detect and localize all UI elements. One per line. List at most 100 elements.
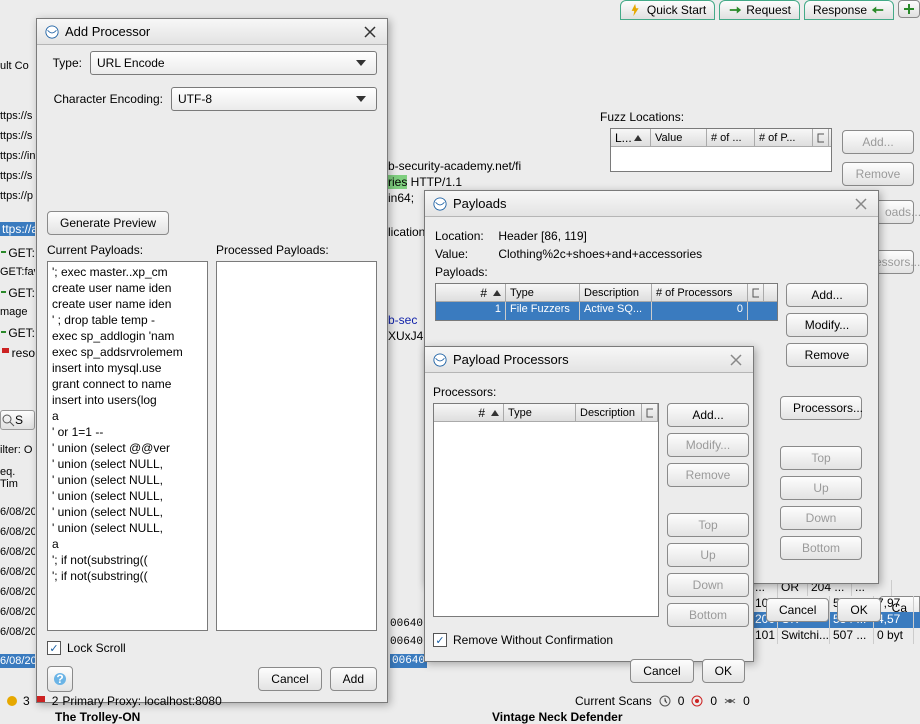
cancel-button[interactable]: Cancel	[258, 667, 321, 691]
col-value[interactable]: Value	[651, 129, 707, 146]
date-row[interactable]: 6/08/20	[0, 546, 35, 558]
processors-button[interactable]: Processors...	[780, 396, 862, 420]
current-payloads-label: Current Payloads:	[47, 243, 208, 257]
pproc-modify-button[interactable]: Modify...	[667, 433, 749, 457]
col-location[interactable]: L...	[611, 129, 651, 146]
date-row[interactable]: 6/08/20	[0, 654, 35, 668]
col-menu[interactable]	[748, 284, 764, 301]
close-button[interactable]	[727, 351, 745, 369]
left-row[interactable]: GET:	[0, 246, 35, 260]
close-icon	[364, 26, 376, 38]
clock-icon	[658, 694, 672, 708]
encoding-combo[interactable]: UTF-8	[171, 87, 377, 111]
left-row[interactable]: GET:fav	[0, 266, 35, 278]
current-payloads-list[interactable]: '; exec master..xp_cmcreate user name id…	[47, 261, 208, 631]
top-button[interactable]: Top	[780, 446, 862, 470]
tab-label: Response	[813, 3, 867, 17]
tab-label: Quick Start	[647, 3, 706, 17]
fuzz-locations-table[interactable]: L... Value # of ... # of P...	[610, 128, 832, 172]
search-left[interactable]: S	[0, 410, 35, 430]
product-title-1: The Trolley-ON	[55, 710, 140, 724]
stat-id: 00640	[390, 618, 423, 630]
payloads-cancel-button[interactable]: Cancel	[766, 598, 829, 622]
pproc-bottom-button[interactable]: Bottom	[667, 603, 749, 627]
col-menu[interactable]	[642, 404, 658, 421]
close-button[interactable]	[852, 195, 870, 213]
plus-icon	[903, 3, 915, 15]
stat-id: 00640	[390, 654, 427, 668]
product-title-2: Vintage Neck Defender	[492, 710, 623, 724]
eq-label: eq. Tim	[0, 466, 35, 490]
pproc-remove-button[interactable]: Remove	[667, 463, 749, 487]
arrow-icon	[0, 286, 6, 298]
tab-quick-start[interactable]: Quick Start	[620, 0, 715, 20]
left-row[interactable]: reso	[0, 346, 35, 360]
date-row[interactable]: 6/08/20	[0, 506, 35, 518]
flag-icon	[0, 346, 10, 358]
arrow-right-icon	[728, 3, 742, 17]
col-nofp[interactable]: # of P...	[755, 129, 813, 146]
left-url[interactable]: ttps://p	[0, 190, 35, 202]
fuzz-add-button[interactable]: Add...	[842, 130, 914, 154]
left-url[interactable]: ttps://s	[0, 130, 35, 142]
bottom-button[interactable]: Bottom	[780, 536, 862, 560]
pproc-top-button[interactable]: Top	[667, 513, 749, 537]
date-row[interactable]: 6/08/20	[0, 606, 35, 618]
help-icon: ?	[53, 672, 67, 686]
col-num[interactable]: #	[436, 284, 506, 301]
col-menu[interactable]	[813, 129, 829, 146]
alert-icon	[5, 694, 19, 708]
date-row[interactable]: 6/08/20	[0, 526, 35, 538]
payloads-remove-button[interactable]: Remove	[786, 343, 868, 367]
search-label: S	[15, 413, 23, 427]
left-row[interactable]: mage	[0, 306, 35, 318]
date-row[interactable]: 6/08/20	[0, 626, 35, 638]
fuzz-remove-button[interactable]: Remove	[842, 162, 914, 186]
date-row[interactable]: 6/08/20	[0, 566, 35, 578]
type-combo[interactable]: URL Encode	[90, 51, 377, 75]
left-url[interactable]: ttps://s	[0, 110, 35, 122]
pproc-down-button[interactable]: Down	[667, 573, 749, 597]
left-frag: ult Co	[0, 60, 35, 72]
generate-preview-button[interactable]: Generate Preview	[47, 211, 169, 235]
tab-request[interactable]: Request	[719, 0, 800, 20]
left-url[interactable]: ttps://s	[0, 170, 35, 182]
remove-without-confirmation-checkbox[interactable]	[433, 633, 447, 647]
tab-response[interactable]: Response	[804, 0, 894, 20]
col-desc[interactable]: Description	[576, 404, 642, 421]
pproc-ok-button[interactable]: OK	[702, 659, 745, 683]
down-button[interactable]: Down	[780, 506, 862, 530]
left-row[interactable]: GET:	[0, 286, 35, 300]
payloads-modify-button[interactable]: Modify...	[786, 313, 868, 337]
left-url[interactable]: ttps://inc	[0, 150, 35, 162]
col-desc[interactable]: Description	[580, 284, 652, 301]
pproc-up-button[interactable]: Up	[667, 543, 749, 567]
col-num[interactable]: #	[434, 404, 504, 421]
menu-icon	[817, 133, 824, 143]
payloads-ok-button[interactable]: OK	[837, 598, 880, 622]
left-url[interactable]: ttps://a	[0, 222, 35, 236]
processed-payloads-list[interactable]	[216, 261, 377, 631]
payloads-table[interactable]: # Type Description # of Processors 1 Fil…	[435, 283, 778, 321]
col-type[interactable]: Type	[506, 284, 580, 301]
payloads-add-button[interactable]: Add...	[786, 283, 868, 307]
date-row[interactable]: 6/08/20	[0, 586, 35, 598]
processors-table[interactable]: # Type Description	[433, 403, 659, 617]
app-icon	[433, 197, 447, 211]
close-button[interactable]	[361, 23, 379, 41]
col-type[interactable]: Type	[504, 404, 576, 421]
help-button[interactable]: ?	[47, 666, 73, 692]
up-button[interactable]: Up	[780, 476, 862, 500]
table-row[interactable]: 101Switchi...507 ...0 byt	[752, 628, 920, 644]
payload-processors-dialog: Payload Processors Processors: # Type De…	[424, 346, 754, 662]
lock-scroll-checkbox[interactable]	[47, 641, 61, 655]
col-nproc[interactable]: # of Processors	[652, 284, 748, 301]
pproc-cancel-button[interactable]: Cancel	[630, 659, 693, 683]
pproc-add-button[interactable]: Add...	[667, 403, 749, 427]
col-nof[interactable]: # of ...	[707, 129, 755, 146]
table-row[interactable]: 1 File Fuzzers Active SQ... 0	[436, 302, 777, 320]
menu-icon	[646, 408, 653, 418]
add-button[interactable]: Add	[330, 667, 377, 691]
left-row[interactable]: GET:	[0, 326, 35, 340]
add-tab-button[interactable]	[898, 0, 920, 18]
